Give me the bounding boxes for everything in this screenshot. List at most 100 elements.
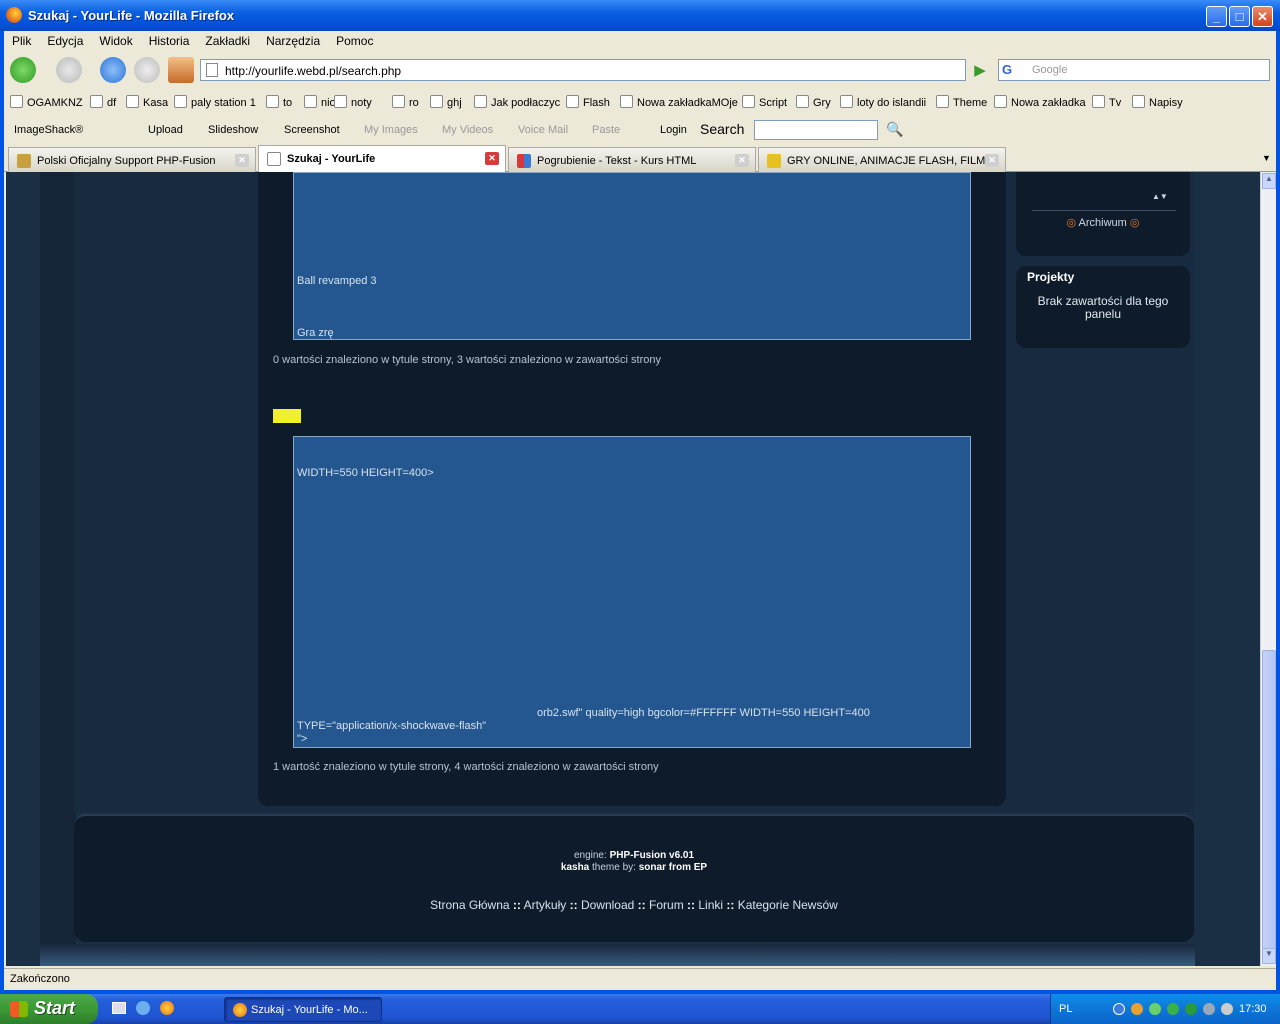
- maximize-button[interactable]: □: [1229, 6, 1250, 27]
- bookmark-item[interactable]: Kasa: [126, 95, 168, 109]
- menu-historia[interactable]: Historia: [141, 31, 198, 48]
- bookmark-item[interactable]: Gry: [796, 95, 831, 109]
- tab-list-arrow-icon[interactable]: ▼: [1262, 153, 1271, 163]
- my-videos-button[interactable]: My Videos: [442, 124, 493, 136]
- url-bar[interactable]: http://yourlife.webd.pl/search.php: [200, 59, 966, 81]
- bookmark-item[interactable]: to: [266, 95, 292, 109]
- imageshack-menu[interactable]: ImageShack®: [14, 124, 83, 136]
- bookmarks-toolbar: OGAMKNZ df Kasa paly station 1 to nio no…: [4, 90, 1276, 114]
- start-button[interactable]: Start: [0, 994, 98, 1024]
- result-title-link[interactable]: Orb2: [273, 409, 302, 423]
- ie-icon[interactable]: [136, 1001, 150, 1015]
- back-button[interactable]: [10, 57, 36, 83]
- bookmark-item[interactable]: paly station 1: [174, 95, 256, 109]
- archive-link[interactable]: ◎ Archiwum ◎: [1016, 216, 1190, 229]
- voice-mail-button[interactable]: Voice Mail: [518, 124, 568, 136]
- tray-app-icon[interactable]: [1149, 1003, 1161, 1015]
- bookmark-item[interactable]: Nowa zakładka: [994, 95, 1086, 109]
- footer-link-forum[interactable]: Forum: [649, 898, 684, 912]
- favicon-icon: [17, 154, 31, 168]
- archive-panel: ▲▼ ◎ Archiwum ◎: [1016, 172, 1190, 256]
- scroll-up-icon[interactable]: ▲: [1262, 173, 1276, 189]
- menu-pomoc[interactable]: Pomoc: [328, 31, 381, 48]
- search-box[interactable]: G Google: [998, 59, 1270, 81]
- bookmark-item[interactable]: noty: [334, 95, 372, 109]
- close-window-button[interactable]: ✕: [1252, 6, 1273, 27]
- tab-szukaj[interactable]: Szukaj - YourLife ✕: [258, 145, 506, 173]
- tray-app-icon[interactable]: [1167, 1003, 1179, 1015]
- login-button[interactable]: Login: [660, 124, 687, 136]
- tray-volume-icon[interactable]: [1221, 1003, 1233, 1015]
- bookmark-item[interactable]: Tv: [1092, 95, 1121, 109]
- go-button[interactable]: ▶: [970, 61, 990, 81]
- forward-button[interactable]: [56, 57, 82, 83]
- title-bar[interactable]: Szukaj - YourLife - Mozilla Firefox _ □ …: [0, 0, 1280, 31]
- navigation-toolbar: http://yourlife.webd.pl/search.php ▶ G G…: [4, 53, 1276, 87]
- bookmark-item[interactable]: ro: [392, 95, 419, 109]
- engine-link[interactable]: PHP-Fusion v6.01: [610, 850, 694, 861]
- tab-close-icon[interactable]: ✕: [735, 154, 749, 167]
- scroll-thumb[interactable]: [1262, 650, 1276, 950]
- reload-button[interactable]: [100, 57, 126, 83]
- result-preview-box: WIDTH=550 HEIGHT=400> orb2.swf" quality=…: [293, 436, 971, 748]
- tray-app-icon[interactable]: [1131, 1003, 1143, 1015]
- tab-close-icon[interactable]: ✕: [985, 154, 999, 167]
- tab-gry-online[interactable]: GRY ONLINE, ANIMACJE FLASH, FILM... ✕: [758, 147, 1006, 172]
- upload-button[interactable]: Upload: [148, 124, 183, 136]
- minimize-button[interactable]: _: [1206, 6, 1227, 27]
- stop-button[interactable]: [134, 57, 160, 83]
- menu-plik[interactable]: Plik: [4, 31, 39, 48]
- footer-link-articles[interactable]: Artykuły: [524, 898, 567, 912]
- result-count: 0 wartości znaleziono w tytule strony, 3…: [273, 354, 662, 366]
- bookmark-item[interactable]: df: [90, 95, 116, 109]
- taskbar-firefox-item[interactable]: Szukaj - YourLife - Mo...: [224, 997, 382, 1022]
- menu-edycja[interactable]: Edycja: [39, 31, 91, 48]
- page-icon: [206, 63, 218, 77]
- bookmark-item[interactable]: loty do islandii: [840, 95, 926, 109]
- page-left-strip: [40, 172, 76, 966]
- menu-zakladki[interactable]: Zakładki: [197, 31, 258, 48]
- footer-link-news-categories[interactable]: Kategorie Newsów: [738, 898, 838, 912]
- theme-author-link[interactable]: sonar from EP: [639, 862, 707, 873]
- bookmark-item[interactable]: OGAMKNZ: [10, 95, 83, 109]
- footer-link-links[interactable]: Linki: [698, 898, 723, 912]
- menu-narzedzia[interactable]: Narzędzia: [258, 31, 328, 48]
- tab-kurs-html[interactable]: Pogrubienie - Tekst - Kurs HTML ✕: [508, 147, 756, 172]
- show-desktop-icon[interactable]: [112, 1002, 126, 1014]
- bookmark-item[interactable]: Script: [742, 95, 787, 109]
- bookmark-item[interactable]: Jak podłaczyc: [474, 95, 560, 109]
- footer-links: Strona Główna :: Artykuły :: Download ::…: [430, 898, 838, 912]
- preview-line: ">: [297, 733, 308, 745]
- window-title: Szukaj - YourLife - Mozilla Firefox: [28, 8, 235, 23]
- result-count: 1 wartość znaleziono w tytule strony, 4 …: [273, 761, 659, 773]
- scroll-down-icon[interactable]: ▼: [1262, 948, 1276, 964]
- imageshack-search-input[interactable]: [754, 120, 878, 140]
- screenshot-button[interactable]: Screenshot: [284, 124, 340, 136]
- tab-close-icon[interactable]: ✕: [485, 152, 499, 165]
- slideshow-button[interactable]: Slideshow: [208, 124, 258, 136]
- bookmark-item[interactable]: Theme: [936, 95, 987, 109]
- firefox-quicklaunch-icon[interactable]: [160, 1001, 174, 1015]
- tray-expand-icon[interactable]: [1113, 1003, 1125, 1015]
- my-images-button[interactable]: My Images: [364, 124, 418, 136]
- vertical-scrollbar[interactable]: ▲ ▼: [1260, 172, 1276, 966]
- bookmark-item[interactable]: Flash: [566, 95, 610, 109]
- tray-app-icon[interactable]: [1203, 1003, 1215, 1015]
- home-button[interactable]: [168, 57, 194, 83]
- language-indicator[interactable]: PL: [1059, 1003, 1072, 1015]
- tab-close-icon[interactable]: ✕: [235, 154, 249, 167]
- bookmark-item[interactable]: Nowa zakładkaMOje: [620, 95, 738, 109]
- footer-link-download[interactable]: Download: [581, 898, 634, 912]
- bookmark-item[interactable]: Napisy: [1132, 95, 1183, 109]
- preview-line: orb2.swf" quality=high bgcolor=#FFFFFF W…: [537, 707, 870, 719]
- divider: [1032, 210, 1176, 211]
- paste-button[interactable]: Paste: [592, 124, 620, 136]
- menu-widok[interactable]: Widok: [91, 31, 140, 48]
- tab-php-fusion[interactable]: Polski Oficjalny Support PHP-Fusion ✕: [8, 147, 256, 172]
- tray-network-icon[interactable]: [1185, 1003, 1197, 1015]
- magnifier-icon[interactable]: 🔍: [886, 121, 903, 138]
- bookmark-item[interactable]: ghj: [430, 95, 462, 109]
- footer-link-home[interactable]: Strona Główna: [430, 898, 509, 912]
- scroll-arrows-icon[interactable]: ▲▼: [1152, 192, 1168, 201]
- bookmark-item[interactable]: nio: [304, 95, 336, 109]
